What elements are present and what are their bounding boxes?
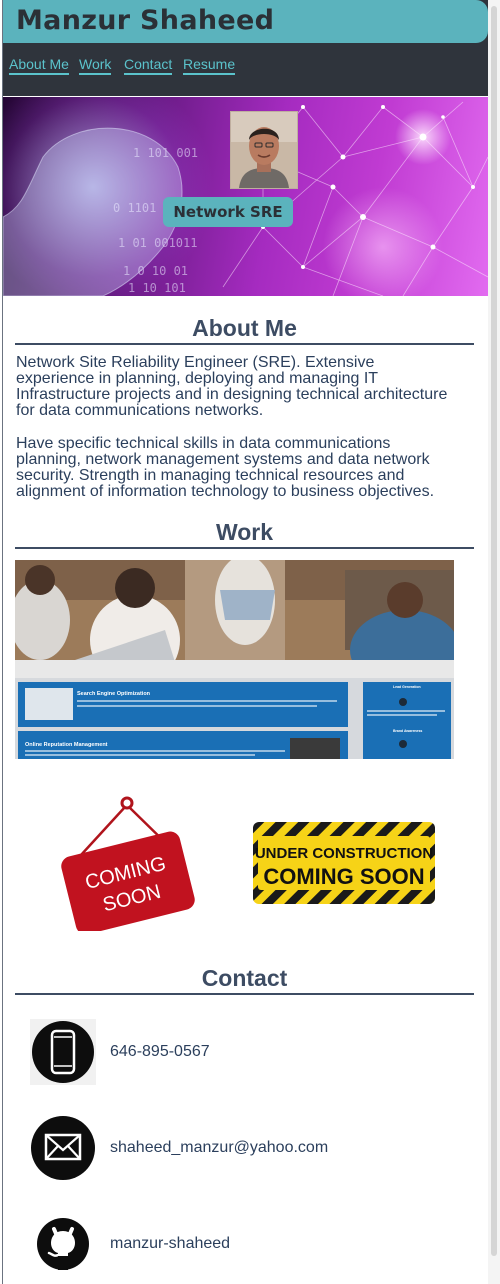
coming-soon-sign-image[interactable]: COMING SOON <box>61 795 195 935</box>
text-line: experience in planning, deploying and ma… <box>16 370 379 387</box>
nav-link-about-me[interactable]: About Me <box>9 56 69 75</box>
binary-text: 1 101 001 <box>133 146 198 160</box>
contact-email: shaheed_manzur@yahoo.com <box>30 1115 460 1181</box>
phone-number[interactable]: 646-895-0567 <box>110 1043 210 1061</box>
phone-icon <box>30 1019 96 1085</box>
binary-text: 1 0 10 01 <box>123 264 188 278</box>
binary-text: 1 01 001011 <box>118 236 197 250</box>
screenshot-text: Lead Generation <box>393 685 421 689</box>
about-paragraph-2: Have specific technical skills in data c… <box>16 436 471 500</box>
github-username[interactable]: manzur-shaheed <box>110 1235 230 1253</box>
about-paragraph-1: Network Site Reliability Engineer (SRE).… <box>16 355 471 419</box>
text-line: for data communications networks. <box>16 402 264 419</box>
hero-banner: 1 101 001 0 1101 0011 1 01 001011 1 0 10… <box>3 97 488 296</box>
work-heading: Work <box>15 519 474 549</box>
text-line: Infrastructure projects and in designing… <box>16 386 448 403</box>
sign-text: UNDER CONSTRUCTION <box>255 845 433 862</box>
text-line: Network Site Reliability Engineer (SRE).… <box>16 354 375 371</box>
title-bar: Manzur Shaheed <box>3 0 488 43</box>
role-badge: Network SRE <box>163 197 293 227</box>
nav-link-contact[interactable]: Contact <box>124 56 173 75</box>
binary-text: 1 10 101 <box>128 281 186 295</box>
email-address[interactable]: shaheed_manzur@yahoo.com <box>110 1139 328 1157</box>
scrollbar-thumb[interactable] <box>491 6 497 1256</box>
site-header: Manzur Shaheed About Me Work Contact Res… <box>3 0 488 96</box>
contact-phone: 646-895-0567 <box>30 1019 460 1085</box>
mail-icon <box>30 1115 96 1181</box>
github-icon <box>30 1211 96 1277</box>
page-frame: Manzur Shaheed About Me Work Contact Res… <box>2 0 489 1284</box>
screenshot-text: Search Engine Optimization <box>77 691 151 697</box>
sign-text: COMING SOON <box>263 864 424 889</box>
work-project-image[interactable]: Search Engine Optimization Online Reputa… <box>15 560 454 759</box>
screenshot-text: Online Reputation Management <box>25 742 108 748</box>
profile-photo <box>230 111 298 189</box>
nav-link-work[interactable]: Work <box>79 56 112 75</box>
contact-github: manzur-shaheed <box>30 1211 460 1277</box>
text-line: planning, network management systems and… <box>16 451 430 468</box>
nav-link-resume[interactable]: Resume <box>183 56 236 75</box>
text-line: security. Strength in managing technical… <box>16 467 405 484</box>
text-line: alignment of information technology to b… <box>16 483 435 500</box>
text-line: Have specific technical skills in data c… <box>16 435 391 452</box>
contact-heading: Contact <box>15 965 474 995</box>
about-heading: About Me <box>15 315 474 345</box>
screenshot-text: Brand Awareness <box>393 729 422 733</box>
under-construction-image[interactable]: UNDER CONSTRUCTION COMING SOON <box>253 822 435 904</box>
site-title: Manzur Shaheed <box>16 5 275 36</box>
scrollbar[interactable] <box>488 0 500 1284</box>
